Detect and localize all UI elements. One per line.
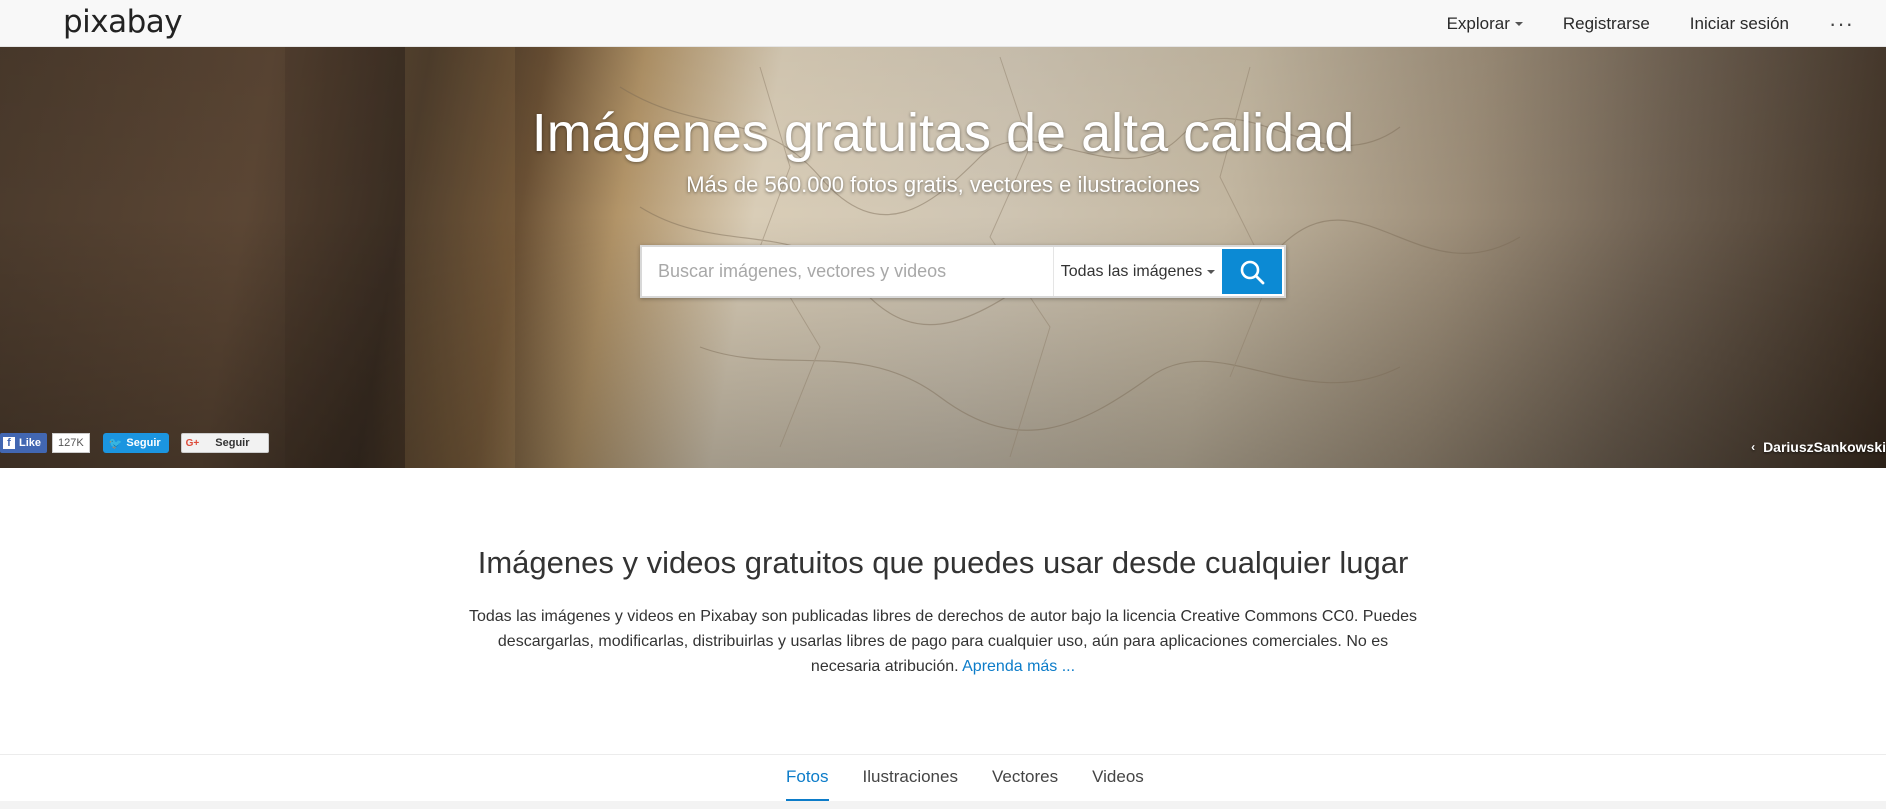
intro-text: Todas las imágenes y videos en Pixabay s… bbox=[468, 608, 1418, 675]
search-button[interactable] bbox=[1222, 249, 1282, 294]
explore-label: Explorar bbox=[1446, 13, 1510, 33]
twitter-follow-label: Seguir bbox=[126, 437, 161, 449]
hero-title: Imágenes gratuitas de alta calidad bbox=[531, 103, 1355, 163]
hero-subtitle: Más de 560.000 fotos gratis, vectores e … bbox=[686, 172, 1200, 197]
chevron-down-icon bbox=[1514, 21, 1523, 26]
learn-more-link[interactable]: Aprenda más ... bbox=[962, 658, 1075, 675]
facebook-icon: f bbox=[3, 437, 15, 449]
top-navbar: pixabay Explorar Registrarse Iniciar ses… bbox=[0, 0, 1886, 47]
facebook-like-count: 127K bbox=[52, 433, 90, 453]
tab-vectors[interactable]: Vectores bbox=[992, 767, 1058, 801]
twitter-bird-icon: 🐦 bbox=[108, 437, 123, 450]
google-plus-icon: G+ bbox=[185, 437, 200, 449]
chevron-left-icon: ‹ bbox=[1751, 440, 1756, 454]
tab-photos[interactable]: Fotos bbox=[786, 767, 829, 801]
photo-credit-author: DariuszSankowski bbox=[1763, 439, 1886, 455]
search-input[interactable] bbox=[642, 247, 1054, 296]
media-type-dropdown[interactable]: Todas las imágenes bbox=[1054, 247, 1222, 296]
hero-banner: Imágenes gratuitas de alta calidad Más d… bbox=[0, 47, 1886, 468]
pixabay-logo[interactable]: pixabay bbox=[63, 4, 183, 40]
intro-paragraph: Todas las imágenes y videos en Pixabay s… bbox=[463, 604, 1423, 679]
explore-menu[interactable]: Explorar bbox=[1447, 14, 1523, 34]
facebook-like-label: Like bbox=[19, 437, 42, 449]
search-icon bbox=[1240, 260, 1265, 284]
facebook-like-button[interactable]: f Like bbox=[0, 433, 48, 453]
register-link[interactable]: Registrarse bbox=[1563, 14, 1650, 34]
media-type-selected: Todas las imágenes bbox=[1060, 262, 1203, 280]
google-plus-follow-button[interactable]: G+ Seguir bbox=[180, 433, 269, 453]
media-tabs: Fotos Ilustraciones Vectores Videos bbox=[786, 767, 1178, 801]
more-options-icon[interactable]: ··· bbox=[1829, 12, 1854, 34]
search-bar: Todas las imágenes bbox=[640, 245, 1286, 298]
login-link[interactable]: Iniciar sesión bbox=[1690, 14, 1789, 34]
content-divider bbox=[0, 801, 1886, 809]
tab-illustrations[interactable]: Ilustraciones bbox=[863, 767, 958, 801]
photo-credit[interactable]: ‹ DariuszSankowski bbox=[1751, 439, 1886, 455]
intro-heading: Imágenes y videos gratuitos que puedes u… bbox=[477, 545, 1409, 580]
chevron-down-icon bbox=[1207, 269, 1216, 274]
tab-videos[interactable]: Videos bbox=[1092, 767, 1144, 801]
social-buttons: f Like 127K 🐦 Seguir G+ Seguir bbox=[0, 433, 269, 453]
twitter-follow-button[interactable]: 🐦 Seguir bbox=[102, 433, 169, 453]
google-plus-follow-label: Seguir bbox=[215, 437, 250, 449]
nav-links: Explorar Registrarse Iniciar sesión ··· bbox=[1447, 0, 1886, 47]
